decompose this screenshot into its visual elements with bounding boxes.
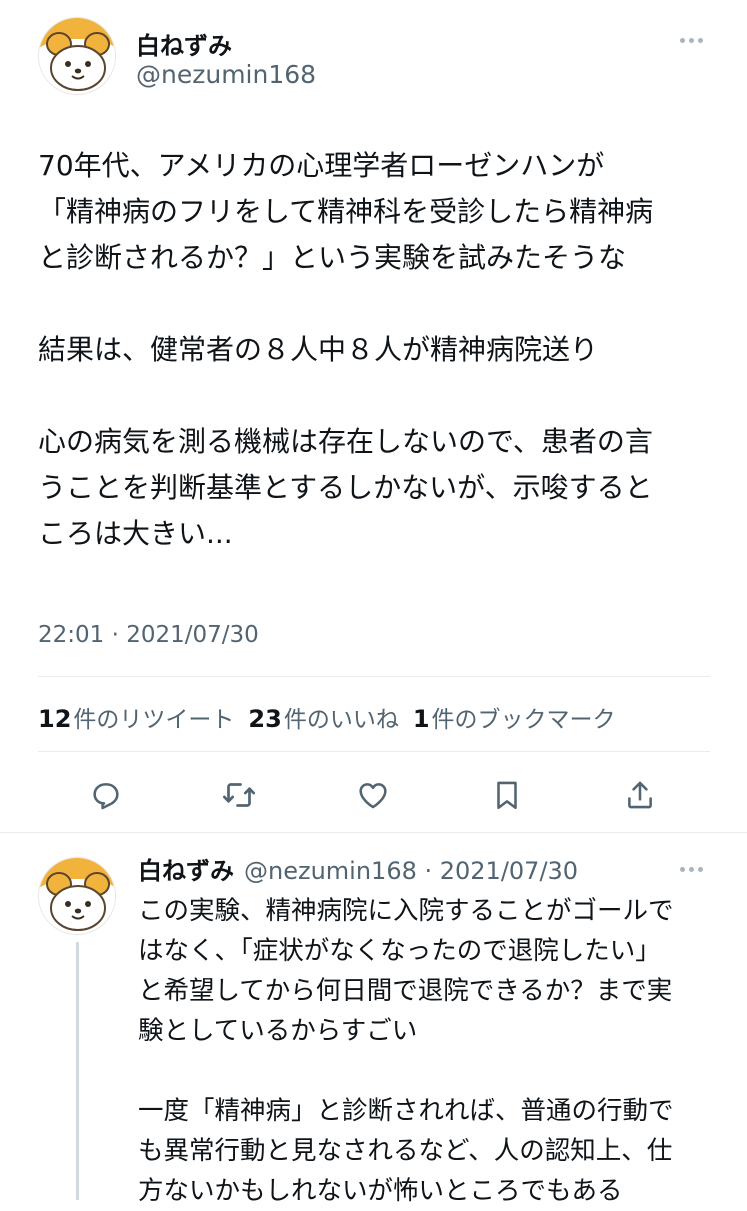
reply-more-options-icon[interactable]: [680, 867, 703, 872]
reply-line-blank: [138, 1051, 674, 1091]
bookmark-count: 1: [412, 705, 430, 733]
tweet-line: ころは大きい...: [38, 517, 233, 550]
retweet-count: 12: [38, 705, 72, 733]
mouse-avatar-icon: [39, 858, 115, 934]
reply-line: この実験、精神病院に入院することがゴールで: [138, 896, 674, 926]
divider: [38, 676, 710, 677]
divider: [0, 832, 747, 833]
tweet-line: うことを判断基準とするしかないが、示唆すると: [38, 471, 653, 504]
share-icon: [628, 781, 652, 809]
reply-header: 白ねずみ @nezumin168 · 2021/07/30: [138, 851, 578, 886]
engagement-stats: 12件のリツイート 23件のいいね 1件のブックマーク: [38, 700, 630, 734]
like-icon: [359, 783, 387, 809]
bookmark-button[interactable]: [479, 767, 535, 823]
reply-button[interactable]: [78, 767, 134, 823]
share-button[interactable]: [612, 767, 668, 823]
tweet-line: 「精神病のフリをして精神科を受診したら精神病: [38, 195, 654, 228]
retweet-stat[interactable]: 12件のリツイート: [38, 700, 234, 734]
reply-line: 験としているからすごい: [138, 1016, 418, 1046]
reply-author-name[interactable]: 白ねずみ: [138, 851, 234, 886]
reply-handle-date[interactable]: @nezumin168 · 2021/07/30: [244, 857, 578, 885]
tweet-line: 結果は、健常者の８人中８人が精神病院送り: [38, 333, 599, 366]
reply-author-avatar[interactable]: [38, 857, 116, 935]
more-options-icon[interactable]: [680, 38, 703, 43]
author-avatar[interactable]: [38, 17, 116, 95]
tweet-line: と診断されるか？」という実験を試みたそうな: [38, 241, 627, 274]
mouse-avatar-icon: [39, 18, 115, 94]
reply-line: はなく、「症状がなくなったので退院したい」: [138, 936, 661, 966]
bookmark-icon: [497, 781, 517, 810]
bookmark-stat[interactable]: 1件のブックマーク: [413, 700, 616, 734]
retweet-label: 件のリツイート: [73, 707, 235, 733]
reply-text: この実験、精神病院に入院することがゴールで はなく、「症状がなくなったので退院し…: [138, 891, 674, 1211]
tweet-timestamp[interactable]: 22:01 · 2021/07/30: [38, 622, 259, 648]
reply-icon: [93, 783, 119, 810]
like-label: 件のいいね: [283, 707, 399, 733]
retweet-button[interactable]: [211, 767, 267, 823]
retweet-icon: [222, 783, 256, 807]
bookmark-label: 件のブックマーク: [431, 707, 616, 733]
reply-line: 一度「精神病」と診断されれば、普通の行動で: [138, 1096, 674, 1126]
reply-line: 方ないかもしれないが怖いところでもある: [138, 1176, 623, 1206]
author-handle[interactable]: @nezumin168: [136, 60, 316, 89]
like-count: 23: [248, 705, 282, 733]
like-button[interactable]: [345, 767, 401, 823]
like-stat[interactable]: 23件のいいね: [248, 700, 398, 734]
tweet-line: 70年代、アメリカの心理学者ローゼンハンが: [38, 149, 605, 182]
author-name[interactable]: 白ねずみ: [136, 26, 232, 61]
thread-line: [76, 942, 79, 1200]
divider: [38, 751, 710, 752]
tweet-line: 心の病気を測る機械は存在しないので、患者の言: [38, 425, 653, 458]
reply-line: と希望してから何日間で退院できるか？まで実: [138, 976, 673, 1006]
reply-line: も異常行動と見なされるなど、人の認知上、仕: [138, 1136, 673, 1166]
tweet-text: 70年代、アメリカの心理学者ローゼンハンが 「精神病のフリをして精神科を受診した…: [38, 143, 653, 557]
